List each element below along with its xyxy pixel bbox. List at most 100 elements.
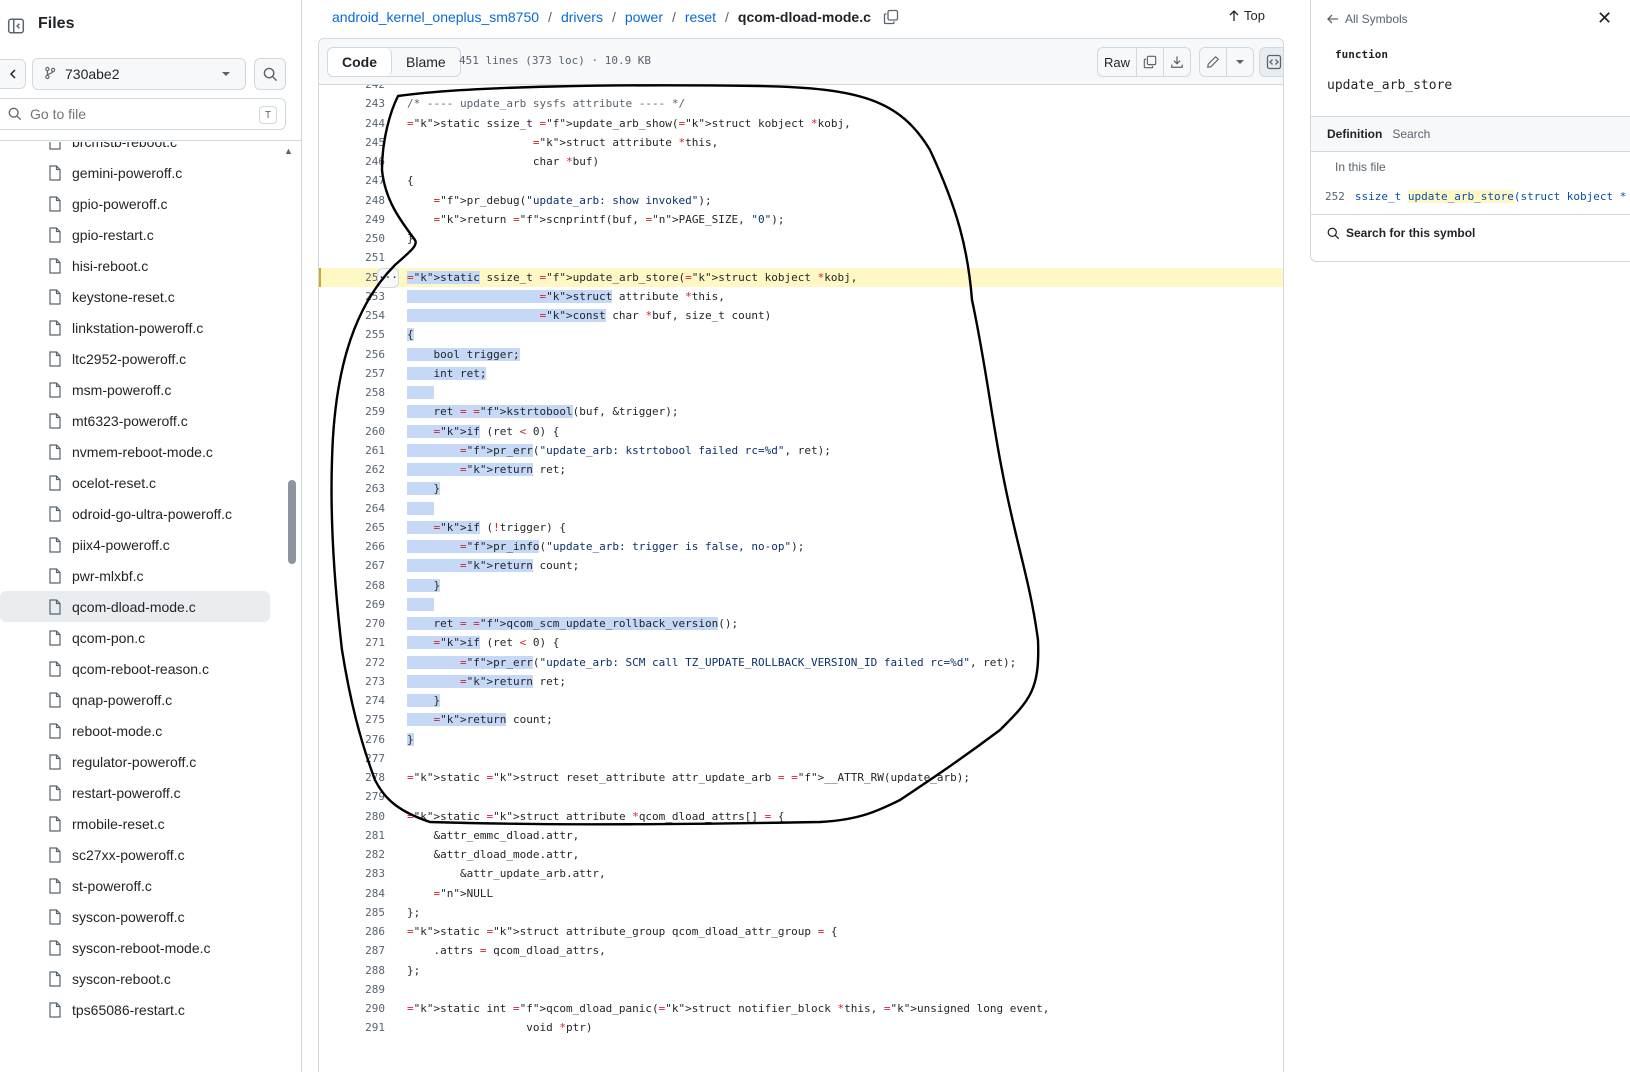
line-number[interactable]: 259 — [319, 402, 385, 421]
file-tree-item[interactable]: gpio-poweroff.c — [0, 188, 270, 219]
line-number[interactable]: 249 — [319, 210, 385, 229]
copy-raw-button[interactable] — [1136, 47, 1164, 77]
scroll-up-arrow-icon[interactable]: ▲ — [284, 146, 293, 156]
line-number[interactable]: 254 — [319, 306, 385, 325]
line-number[interactable]: 265 — [319, 518, 385, 537]
go-to-file-input[interactable] — [30, 106, 230, 122]
line-number[interactable]: 270 — [319, 614, 385, 633]
line-number[interactable]: 260 — [319, 422, 385, 441]
line-number[interactable]: 290 — [319, 999, 385, 1018]
line-number[interactable]: 268 — [319, 576, 385, 595]
file-tree-item[interactable]: hisi-reboot.c — [0, 250, 270, 281]
close-icon[interactable]: ✕ — [1597, 8, 1612, 29]
code-line[interactable]: 284 ="n">NULL — [319, 884, 1283, 903]
file-tree-item[interactable]: reboot-mode.c — [0, 715, 270, 746]
code-line[interactable]: 258 — [319, 383, 1283, 402]
code-line[interactable]: 290 ="k">static int ="f">qcom_dload_panic… — [319, 999, 1283, 1018]
line-number[interactable]: 257 — [319, 364, 385, 383]
code-line[interactable]: 242 — [319, 85, 1283, 94]
edit-button[interactable] — [1199, 47, 1227, 77]
code-line[interactable]: 285}; — [319, 903, 1283, 922]
line-number[interactable]: 261 — [319, 441, 385, 460]
code-line[interactable]: 274 } — [319, 691, 1283, 710]
file-tree-item[interactable]: qnap-poweroff.c — [0, 684, 270, 715]
line-number[interactable]: 281 — [319, 826, 385, 845]
copy-path-icon[interactable] — [883, 9, 899, 25]
code-line[interactable]: 276} — [319, 730, 1283, 749]
code-line[interactable]: 273 ="k">return ret; — [319, 672, 1283, 691]
search-files-button[interactable] — [254, 58, 286, 90]
file-tree-item[interactable]: nvmem-reboot-mode.c — [0, 436, 270, 467]
code-line[interactable]: 263 } — [319, 479, 1283, 498]
file-tree-item[interactable]: qcom-pon.c — [0, 622, 270, 653]
code-line[interactable]: 288}; — [319, 961, 1283, 980]
code-line[interactable]: 249 ="k">return ="f">scnprintf(buf, ="n"… — [319, 210, 1283, 229]
breadcrumb-drivers-link[interactable]: drivers — [561, 9, 603, 25]
line-number[interactable]: 251 — [319, 248, 385, 267]
file-tree-item[interactable]: sc27xx-poweroff.c — [0, 839, 270, 870]
line-number[interactable]: 280 — [319, 807, 385, 826]
all-symbols-link[interactable]: All Symbols — [1327, 12, 1408, 26]
code-line[interactable]: 255 { — [319, 325, 1283, 344]
line-number[interactable]: 258 — [319, 383, 385, 402]
file-tree-item[interactable]: gpio-restart.c — [0, 219, 270, 250]
file-tree-item[interactable]: qcom-dload-mode.c — [0, 591, 270, 622]
code-line[interactable]: 248 ="f">pr_debug("update_arb: show invo… — [319, 191, 1283, 210]
line-number[interactable]: 246 — [319, 152, 385, 171]
code-line[interactable]: 250} — [319, 229, 1283, 248]
line-number[interactable]: 253 — [319, 287, 385, 306]
file-tree-item[interactable]: ltc2952-poweroff.c — [0, 343, 270, 374]
line-number[interactable]: 262 — [319, 460, 385, 479]
file-tree-item[interactable]: qcom-reboot-reason.c — [0, 653, 270, 684]
symbol-reference-row[interactable]: 252 ssize_t update_arb_store(struct kobje… — [1325, 190, 1626, 203]
tab-definition[interactable]: Definition — [1327, 127, 1382, 141]
code-line[interactable]: 291 void *ptr) — [319, 1018, 1283, 1037]
sidebar-scrollbar[interactable] — [288, 480, 296, 564]
download-button[interactable] — [1163, 47, 1191, 77]
file-tree-item[interactable]: syscon-reboot-mode.c — [0, 932, 270, 963]
file-tree-item[interactable]: regulator-poweroff.c — [0, 746, 270, 777]
code-line[interactable]: 278 ="k">static ="k">struct reset_attribu… — [319, 768, 1283, 787]
code-line[interactable]: 283 &attr_update_arb.attr, — [319, 864, 1283, 883]
search-symbol-button[interactable]: Search for this symbol — [1327, 226, 1475, 240]
file-tree-item[interactable]: syscon-reboot.c — [0, 963, 270, 994]
line-number[interactable]: 278 — [319, 768, 385, 787]
line-number[interactable]: 252 — [319, 268, 385, 287]
line-number[interactable]: 285 — [319, 903, 385, 922]
code-line[interactable]: 275 ="k">return count; — [319, 710, 1283, 729]
file-tree-item[interactable]: linkstation-poweroff.c — [0, 312, 270, 343]
edit-options-dropdown[interactable] — [1226, 47, 1254, 77]
code-line[interactable]: 282 &attr_dload_mode.attr, — [319, 845, 1283, 864]
code-line[interactable]: 260 ="k">if (ret < 0) { — [319, 422, 1283, 441]
line-number[interactable]: 250 — [319, 229, 385, 248]
breadcrumb-power-link[interactable]: power — [625, 9, 663, 25]
line-number[interactable]: 282 — [319, 845, 385, 864]
code-line[interactable]: 271 ="k">if (ret < 0) { — [319, 633, 1283, 652]
line-number[interactable]: 277 — [319, 749, 385, 768]
file-tree-item[interactable]: tps65086-restart.c — [0, 994, 270, 1025]
file-tree-item[interactable]: keystone-reset.c — [0, 281, 270, 312]
line-number[interactable]: 256 — [319, 345, 385, 364]
code-line[interactable]: 246 char *buf) — [319, 152, 1283, 171]
line-number[interactable]: 243 — [319, 94, 385, 113]
line-number[interactable]: 244 — [319, 114, 385, 133]
line-number[interactable]: 247 — [319, 171, 385, 190]
scroll-to-top-link[interactable]: Top — [1228, 8, 1265, 23]
file-tree-item[interactable]: syscon-poweroff.c — [0, 901, 270, 932]
code-line[interactable]: 254 ="k">const char *buf, size_t count) — [319, 306, 1283, 325]
file-tree-item[interactable]: msm-poweroff.c — [0, 374, 270, 405]
file-tree-item[interactable]: pwr-mlxbf.c — [0, 560, 270, 591]
line-number[interactable]: 276 — [319, 730, 385, 749]
line-number[interactable]: 242 — [319, 85, 385, 94]
line-number[interactable]: 266 — [319, 537, 385, 556]
file-tree-item[interactable]: mt6323-poweroff.c — [0, 405, 270, 436]
code-line[interactable]: 261 ="f">pr_err("update_arb: kstrtobool … — [319, 441, 1283, 460]
tab-blame[interactable]: Blame — [392, 48, 460, 76]
file-tree-item[interactable]: rmobile-reset.c — [0, 808, 270, 839]
code-line[interactable]: 252 ="k">static ssize_t ="f">update_arb_s… — [319, 267, 1283, 288]
code-line[interactable]: 253 ="k">struct attribute *this, — [319, 287, 1283, 306]
line-number[interactable]: 287 — [319, 941, 385, 960]
code-line[interactable]: 272 ="f">pr_err("update_arb: SCM call TZ… — [319, 653, 1283, 672]
code-line[interactable]: 286 ="k">static ="k">struct attribute_gro… — [319, 922, 1283, 941]
branch-selector[interactable]: 730abe2 — [32, 58, 246, 90]
